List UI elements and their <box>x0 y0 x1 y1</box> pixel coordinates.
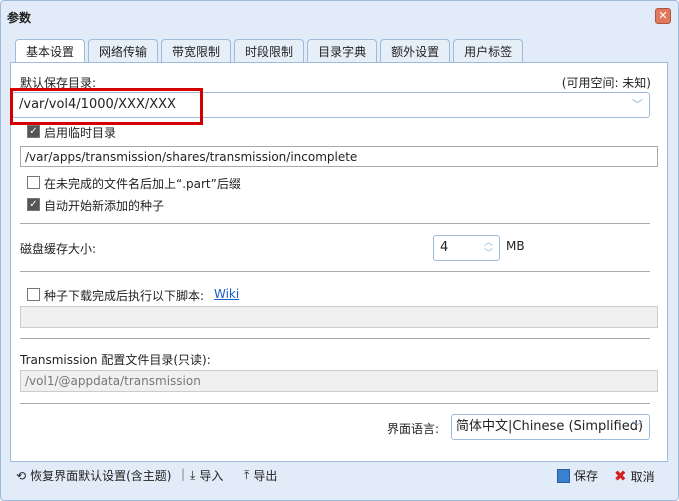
incomplete-dir-label: 启用临时目录 <box>44 126 117 140</box>
save-button[interactable]: 保存 <box>557 467 598 484</box>
tab-dir-dictionary[interactable]: 目录字典 <box>307 39 378 64</box>
config-dir-input: /vol1/@appdata/transmission <box>20 370 658 392</box>
cancel-label: 取消 <box>630 469 655 484</box>
highlight-box <box>10 88 203 125</box>
tab-network[interactable]: 网络传输 <box>88 39 159 64</box>
save-icon <box>557 468 570 483</box>
script-checkbox[interactable] <box>27 288 40 301</box>
divider <box>20 338 650 339</box>
divider <box>20 223 650 224</box>
cache-size-value: 4 <box>440 240 449 255</box>
wiki-link[interactable]: Wiki <box>214 287 239 301</box>
config-dir-label: Transmission 配置文件目录(只读): <box>20 353 211 367</box>
import-button[interactable]: ⤓ 导入 <box>190 467 223 484</box>
cache-size-label: 磁盘缓存大小: <box>20 242 97 256</box>
download-icon: ⤓ <box>190 468 196 482</box>
tab-bandwidth[interactable]: 带宽限制 <box>161 39 232 64</box>
import-label: 导入 <box>199 469 224 483</box>
language-label: 界面语言: <box>387 422 440 436</box>
incomplete-dir-checkbox[interactable]: ✓ <box>27 125 40 138</box>
chevron-down-icon[interactable]: ﹀ <box>632 93 643 117</box>
tab-user-labels[interactable]: 用户标签 <box>453 39 524 64</box>
separator: | <box>181 467 186 481</box>
dialog-title: 参数 <box>7 11 32 25</box>
chevron-down-icon[interactable]: ﹀ <box>632 415 643 439</box>
save-label: 保存 <box>574 469 599 483</box>
cache-size-spinner[interactable]: 4 ︿ ﹀ <box>433 235 500 261</box>
reset-icon: ⟲ <box>16 468 27 483</box>
free-space-label: (可用空间: 未知) <box>561 76 651 90</box>
start-added-checkbox[interactable]: ✓ <box>27 198 40 211</box>
script-input[interactable] <box>20 306 658 328</box>
rename-partial-checkbox[interactable] <box>27 176 40 189</box>
divider <box>20 403 650 404</box>
spinner-arrows-icon[interactable]: ︿ ﹀ <box>484 238 493 260</box>
language-select[interactable]: 简体中文|Chinese (Simplified) ﹀ <box>451 414 650 440</box>
rename-partial-label: 在未完成的文件名后加上“.part”后缀 <box>44 177 241 191</box>
divider <box>20 271 650 272</box>
cache-unit: MB <box>506 239 525 253</box>
language-value: 简体中文|Chinese (Simplified) <box>456 419 644 434</box>
tab-extra[interactable]: 额外设置 <box>380 39 451 64</box>
script-label: 种子下载完成后执行以下脚本: <box>44 289 205 303</box>
cancel-icon: ✖ <box>614 467 627 485</box>
start-added-label: 自动开始新添加的种子 <box>44 199 165 213</box>
incomplete-dir-input[interactable]: /var/apps/transmission/shares/transmissi… <box>20 146 658 167</box>
reset-label: 恢复界面默认设置(含主题) <box>30 469 172 483</box>
close-button[interactable]: ✕ <box>655 8 671 24</box>
export-button[interactable]: ⤒ 导出 <box>244 467 277 484</box>
upload-icon: ⤒ <box>244 468 250 482</box>
cancel-button[interactable]: ✖ 取消 <box>614 467 655 485</box>
tab-schedule[interactable]: 时段限制 <box>234 39 305 64</box>
reset-defaults-button[interactable]: ⟲ 恢复界面默认设置(含主题) <box>16 467 171 484</box>
export-label: 导出 <box>253 469 278 483</box>
